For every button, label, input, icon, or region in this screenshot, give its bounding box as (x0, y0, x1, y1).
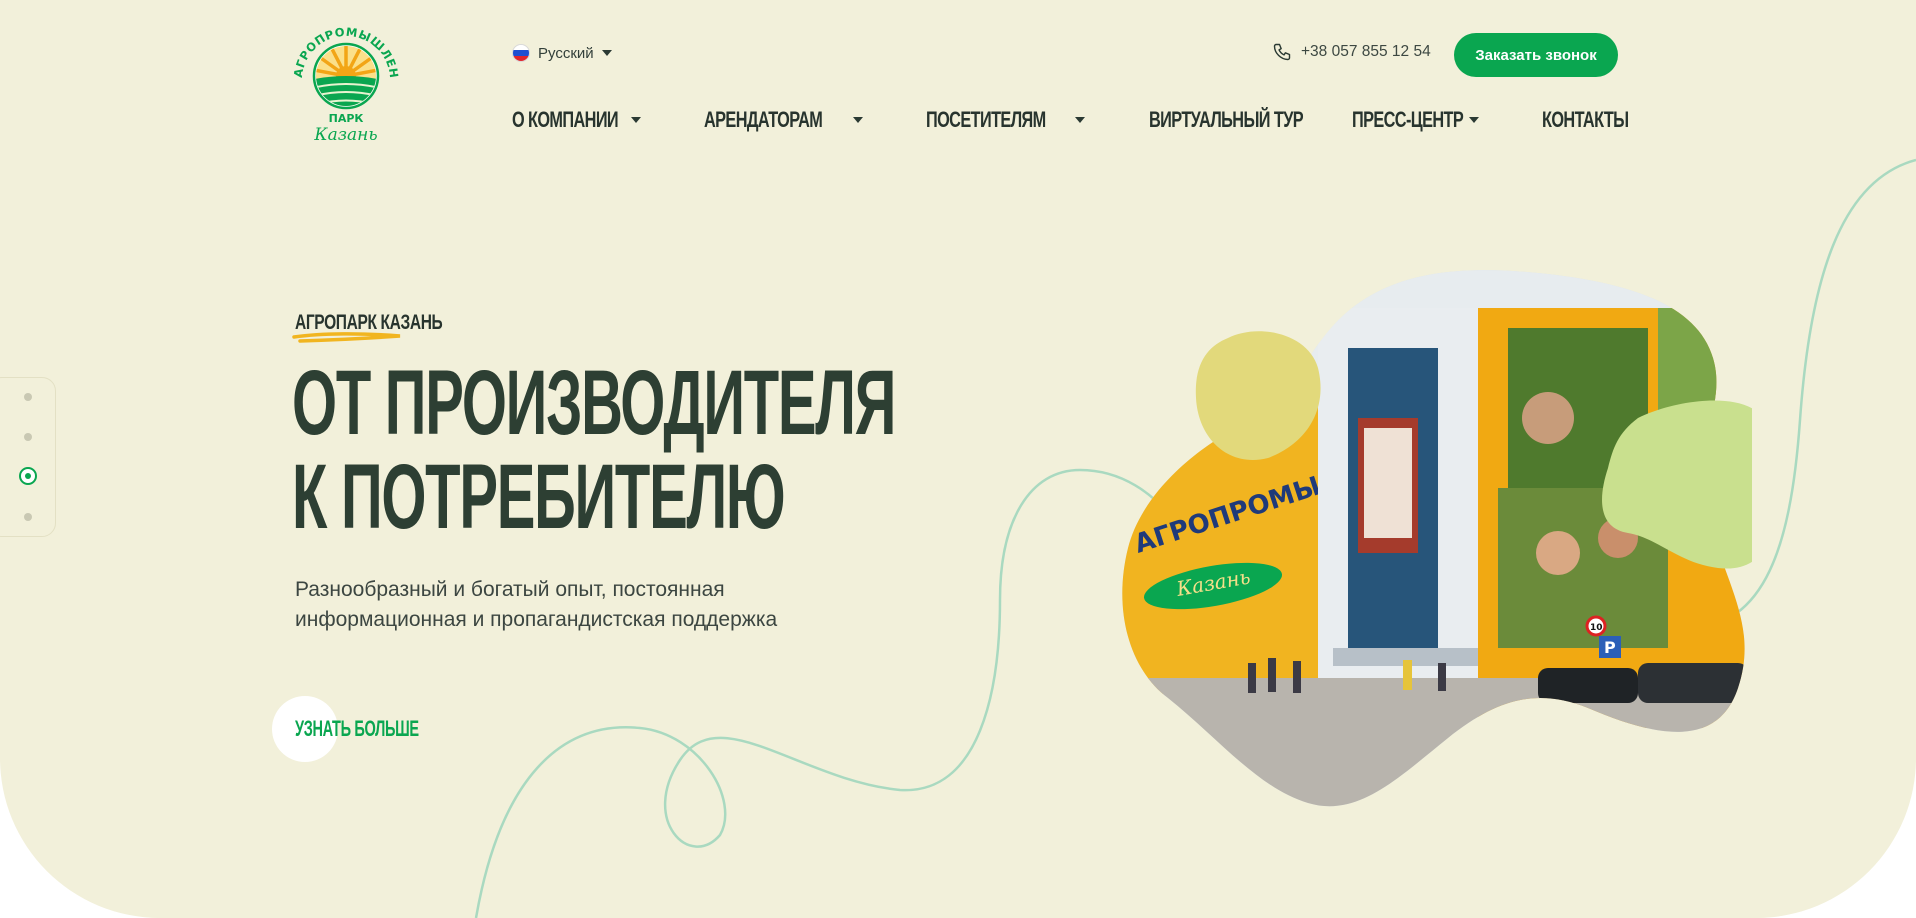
hero-photo: АГРОПРОМЫШЛЕННЫЙ ПАРК Казань 10 P (1122, 270, 1752, 807)
nav-item-about[interactable]: О компании (512, 107, 641, 133)
language-selector[interactable]: Русский (512, 44, 612, 62)
slide-dot-2[interactable] (24, 433, 32, 441)
nav-item-label: Арендаторам (704, 107, 823, 132)
chevron-down-icon (1468, 117, 1479, 123)
company-logo[interactable]: АГРОПРОМЫШЛЕННЫЙ ПАРК Казань (290, 18, 400, 148)
slide-dot-3-active[interactable] (19, 467, 37, 485)
slide-dot-4[interactable] (24, 513, 32, 521)
photo-speed-sign: 10 (1590, 623, 1603, 633)
nav-item-contacts[interactable]: Контакты (1541, 107, 1629, 133)
hero-section: АГРОПРОМЫШЛЕННЫЙ ПАРК Казань (0, 0, 1916, 918)
hero-title-line-2: к потребителю (292, 446, 786, 548)
nav-item-visitors[interactable]: Посетителям (926, 107, 1086, 133)
hero-subtitle-line-2: информационная и пропагандистская поддер… (295, 608, 778, 631)
chevron-down-icon (853, 117, 864, 123)
nav-item-virtual-tour[interactable]: Виртуальный тур (1148, 107, 1304, 133)
nav-item-tenants[interactable]: Арендаторам (704, 107, 864, 133)
photo-parking-sign: P (1604, 638, 1616, 657)
nav-item-label: Пресс-центр (1351, 107, 1464, 132)
order-call-button[interactable]: Заказать звонок (1454, 33, 1618, 77)
nav-item-label: Виртуальный тур (1148, 107, 1304, 132)
phone-number: +38 057 855 12 54 (1301, 43, 1431, 60)
logo-city-text: Казань (313, 125, 377, 145)
language-label: Русский (538, 44, 594, 62)
learn-more-link[interactable]: Узнать больше (295, 716, 419, 742)
ru-flag-icon (512, 44, 530, 62)
nav-item-label: О компании (512, 107, 619, 132)
slider-pagination (0, 377, 56, 537)
nav-item-label: Посетителям (926, 107, 1046, 132)
eyebrow-underline (292, 332, 401, 343)
phone-link[interactable]: +38 057 855 12 54 (1272, 42, 1431, 62)
chevron-down-icon (1075, 117, 1086, 123)
hero-title-line-1: От производителя (292, 352, 896, 454)
chevron-down-icon (631, 117, 641, 123)
slide-dot-1[interactable] (24, 393, 32, 401)
logo-park-text: ПАРК (329, 112, 364, 125)
hero-subtitle: Разнообразный и богатый опыт, постоянная… (295, 575, 855, 635)
nav-item-label: Контакты (1541, 107, 1629, 132)
hero-subtitle-line-1: Разнообразный и богатый опыт, постоянная (295, 578, 725, 601)
chevron-down-icon (601, 50, 612, 56)
main-nav: О компании Арендаторам Посетителям Вирту… (512, 104, 1629, 136)
hero-title: От производителя к потребителю (292, 352, 896, 548)
phone-icon (1273, 43, 1291, 61)
nav-item-press-center[interactable]: Пресс-центр (1352, 107, 1479, 133)
